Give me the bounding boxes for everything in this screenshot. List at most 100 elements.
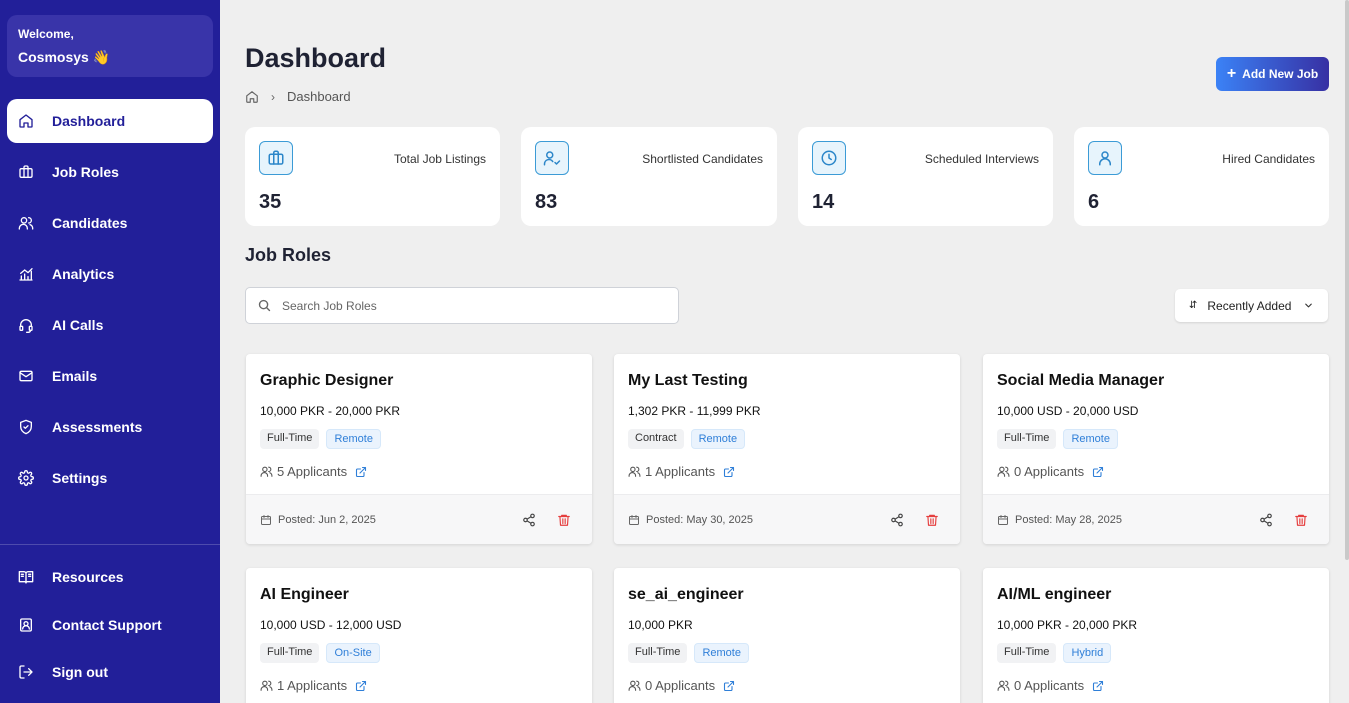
users-icon — [628, 680, 641, 691]
breadcrumb: › Dashboard — [245, 89, 351, 104]
work-mode-tag: Hybrid — [1063, 643, 1112, 663]
job-salary: 10,000 USD - 12,000 USD — [260, 618, 402, 632]
shield-check-icon — [20, 419, 32, 435]
posted-date: Posted: May 28, 2025 — [1015, 514, 1123, 526]
trash-icon[interactable] — [925, 513, 939, 527]
users-icon — [260, 680, 273, 691]
sidebar-item-emails[interactable]: Emails — [7, 354, 213, 398]
posted-date: Posted: Jun 2, 2025 — [278, 514, 376, 526]
job-salary: 10,000 PKR - 20,000 PKR — [997, 618, 1138, 632]
sidebar-item-label: Assessments — [52, 419, 143, 435]
sidebar-item-label: Sign out — [52, 664, 108, 680]
applicants-count: 0 Applicants — [1014, 678, 1085, 693]
job-card[interactable]: My Last Testing 1,302 PKR - 11,999 PKR C… — [614, 354, 960, 544]
search-input[interactable] — [282, 298, 662, 313]
applicants-count: 1 Applicants — [277, 678, 348, 693]
sort-icon: ⇵ — [1189, 299, 1198, 311]
job-salary: 10,000 PKR - 20,000 PKR — [260, 404, 401, 418]
job-card[interactable]: se_ai_engineer 10,000 PKR Full-Time Remot… — [614, 568, 960, 703]
share-icon[interactable] — [1259, 513, 1273, 527]
home-icon — [19, 114, 33, 128]
sidebar-item-job-roles[interactable]: Job Roles — [7, 150, 213, 194]
work-mode-tag: Remote — [690, 429, 746, 449]
sidebar-item-settings[interactable]: Settings — [7, 456, 213, 500]
gear-icon — [18, 470, 34, 486]
job-card[interactable]: AI/ML engineer 10,000 PKR - 20,000 PKR F… — [983, 568, 1329, 703]
sidebar-item-label: Settings — [52, 470, 108, 486]
job-title[interactable]: Graphic Designer — [260, 372, 393, 390]
job-title[interactable]: My Last Testing — [628, 372, 748, 390]
mail-icon — [19, 370, 33, 382]
stat-label: Scheduled Interviews — [924, 152, 1039, 166]
external-link-icon[interactable] — [1092, 680, 1104, 692]
sidebar-item-resources[interactable]: Resources — [7, 555, 213, 599]
sidebar-item-ai-calls[interactable]: AI Calls — [7, 303, 213, 347]
search-box — [245, 287, 679, 324]
applicants-link[interactable]: 5 Applicants — [260, 464, 371, 479]
applicants-link[interactable]: 0 Applicants — [997, 678, 1108, 693]
trash-icon[interactable] — [557, 513, 571, 527]
job-type-tag: Full-Time — [997, 643, 1057, 663]
sidebar-item-label: Job Roles — [52, 164, 119, 180]
job-type-tag: Full-Time — [997, 429, 1057, 449]
add-new-job-label: Add New Job — [1242, 67, 1319, 81]
sidebar-item-assessments[interactable]: Assessments — [7, 405, 213, 449]
job-type-tag: Full-Time — [260, 429, 320, 449]
applicants-link[interactable]: 1 Applicants — [260, 678, 371, 693]
applicants-link[interactable]: 0 Applicants — [628, 678, 739, 693]
search-icon — [258, 299, 271, 312]
stat-card-scheduled-interviews: Scheduled Interviews 14 — [798, 127, 1053, 226]
applicants-link[interactable]: 0 Applicants — [997, 464, 1108, 479]
work-mode-tag: Remote — [694, 643, 749, 663]
users-icon — [997, 680, 1010, 691]
share-icon[interactable] — [890, 513, 904, 527]
sidebar-item-sign-out[interactable]: Sign out — [7, 650, 213, 694]
sidebar-item-analytics[interactable]: Analytics — [7, 252, 213, 296]
stat-label: Shortlisted Candidates — [642, 152, 763, 166]
stat-label: Hired Candidates — [1222, 152, 1315, 166]
work-mode-tag: Remote — [1063, 429, 1118, 449]
book-icon — [18, 571, 34, 584]
sidebar-item-label: Analytics — [52, 266, 115, 282]
external-link-icon[interactable] — [723, 680, 735, 692]
share-icon[interactable] — [522, 513, 536, 527]
breadcrumb-current: Dashboard — [287, 89, 351, 104]
sidebar-item-label: Candidates — [52, 215, 128, 231]
job-card[interactable]: Graphic Designer 10,000 PKR - 20,000 PKR… — [246, 354, 592, 544]
chevron-down-icon — [1305, 303, 1313, 308]
card-footer: Posted: Jun 2, 2025 — [246, 494, 592, 544]
home-icon[interactable] — [245, 90, 259, 104]
job-roles-title: Job Roles — [245, 245, 332, 265]
sidebar-item-label: Dashboard — [52, 113, 126, 129]
user-name: Cosmosys 👋 — [18, 49, 111, 65]
stat-label: Total Job Listings — [393, 152, 486, 166]
sort-dropdown[interactable]: ⇵ Recently Added — [1175, 289, 1328, 322]
trash-icon[interactable] — [1294, 513, 1308, 527]
external-link-icon[interactable] — [355, 680, 367, 692]
calendar-icon — [998, 515, 1008, 525]
page-scrollbar[interactable] — [1345, 0, 1349, 560]
external-link-icon[interactable] — [1092, 466, 1104, 478]
applicants-count: 5 Applicants — [277, 464, 348, 479]
applicants-link[interactable]: 1 Applicants — [628, 464, 739, 479]
chart-icon — [19, 268, 33, 281]
stat-card-hired-candidates: Hired Candidates 6 — [1074, 127, 1329, 226]
job-card[interactable]: AI Engineer 10,000 USD - 12,000 USD Full… — [246, 568, 592, 703]
sidebar-item-candidates[interactable]: Candidates — [7, 201, 213, 245]
job-title[interactable]: se_ai_engineer — [628, 586, 744, 604]
job-title[interactable]: AI/ML engineer — [997, 586, 1111, 604]
job-card[interactable]: Social Media Manager 10,000 USD - 20,000… — [983, 354, 1329, 544]
card-footer: Posted: May 28, 2025 — [983, 494, 1329, 544]
clock-icon — [812, 141, 846, 175]
sidebar-item-dashboard[interactable]: Dashboard — [7, 99, 213, 143]
job-salary: 10,000 USD - 20,000 USD — [997, 404, 1139, 418]
job-title[interactable]: AI Engineer — [260, 586, 349, 604]
external-link-icon[interactable] — [723, 466, 735, 478]
external-link-icon[interactable] — [355, 466, 367, 478]
stat-value: 83 — [535, 191, 558, 213]
users-icon — [260, 466, 273, 477]
applicants-count: 0 Applicants — [1014, 464, 1085, 479]
sidebar-item-contact-support[interactable]: Contact Support — [7, 603, 213, 647]
job-title[interactable]: Social Media Manager — [997, 372, 1164, 390]
add-new-job-button[interactable]: + Add New Job — [1216, 57, 1329, 91]
